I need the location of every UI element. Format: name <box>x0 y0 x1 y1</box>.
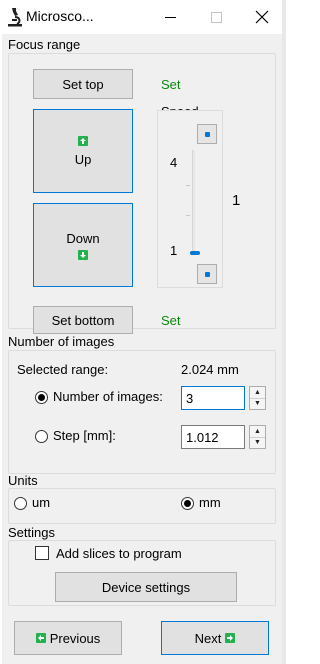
step-radio[interactable] <box>35 430 48 443</box>
units-mm-label[interactable]: mm <box>199 495 221 510</box>
speed-slider-track[interactable] <box>192 150 195 254</box>
step-input[interactable]: 1.012 <box>181 425 245 449</box>
speed-value: 1 <box>232 192 241 209</box>
previous-label: Previous <box>49 630 101 646</box>
set-top-label: Set top <box>62 76 104 92</box>
speed-min-tick: 1 <box>170 243 178 258</box>
speed-tick <box>186 185 190 186</box>
units-um-label[interactable]: um <box>32 495 50 510</box>
arrow-down-icon <box>78 249 88 260</box>
speed-slider-thumb[interactable] <box>190 251 200 255</box>
up-button[interactable]: Up <box>33 109 133 193</box>
number-of-images-radio[interactable] <box>35 391 48 404</box>
speed-tick <box>186 215 190 216</box>
maximize-icon <box>210 11 222 23</box>
down-button[interactable]: Down <box>33 203 133 287</box>
maximize-button[interactable] <box>196 2 236 32</box>
plus-icon <box>204 131 210 137</box>
arrow-left-icon <box>35 633 46 643</box>
number-of-images-value: 3 <box>186 390 194 406</box>
add-slices-label[interactable]: Add slices to program <box>56 546 182 561</box>
next-label: Next <box>194 630 222 646</box>
window-title: Microsco... <box>26 8 94 24</box>
minimize-button[interactable] <box>150 2 190 32</box>
selected-range-value: 2.024 mm <box>181 362 239 377</box>
number-of-images-option-label[interactable]: Number of images: <box>53 389 163 404</box>
spin-down-icon[interactable]: ▼ <box>250 436 265 449</box>
speed-max-tick: 4 <box>170 155 178 170</box>
speed-increase-button[interactable] <box>197 124 217 144</box>
spin-down-icon[interactable]: ▼ <box>250 397 265 410</box>
arrow-up-icon <box>78 135 88 146</box>
microscope-icon <box>6 6 24 28</box>
step-spinner[interactable]: ▲ ▼ <box>249 425 266 449</box>
down-label: Down <box>66 230 100 246</box>
set-bottom-button[interactable]: Set bottom <box>33 306 133 334</box>
number-of-images-spinner[interactable]: ▲ ▼ <box>249 386 266 410</box>
up-label: Up <box>74 151 92 167</box>
close-icon <box>255 10 269 24</box>
minus-icon <box>204 271 210 277</box>
minimize-icon <box>164 16 176 18</box>
number-of-images-label: Number of images <box>8 334 115 349</box>
device-settings-label: Device settings <box>101 579 191 595</box>
step-value: 1.012 <box>186 429 219 445</box>
set-bottom-label: Set bottom <box>51 312 115 328</box>
step-option-label[interactable]: Step [mm]: <box>53 428 116 443</box>
speed-decrease-button[interactable] <box>197 264 217 284</box>
window-edge <box>282 0 286 664</box>
set-top-button[interactable]: Set top <box>33 69 133 99</box>
settings-label: Settings <box>8 525 55 540</box>
close-button[interactable] <box>242 2 282 32</box>
units-um-radio[interactable] <box>14 497 27 510</box>
add-slices-checkbox[interactable] <box>35 546 49 560</box>
previous-button[interactable]: Previous <box>14 621 122 655</box>
spin-up-icon[interactable]: ▲ <box>250 387 265 398</box>
set-top-status: Set <box>161 77 181 92</box>
spin-up-icon[interactable]: ▲ <box>250 426 265 437</box>
units-label: Units <box>8 473 38 488</box>
next-button[interactable]: Next <box>161 621 269 655</box>
arrow-right-icon <box>225 633 236 643</box>
units-mm-radio[interactable] <box>181 497 194 510</box>
number-of-images-input[interactable]: 3 <box>181 386 245 410</box>
set-bottom-status: Set <box>161 313 181 328</box>
device-settings-button[interactable]: Device settings <box>55 572 237 602</box>
focus-range-label: Focus range <box>8 37 81 52</box>
selected-range-label: Selected range: <box>17 362 109 377</box>
